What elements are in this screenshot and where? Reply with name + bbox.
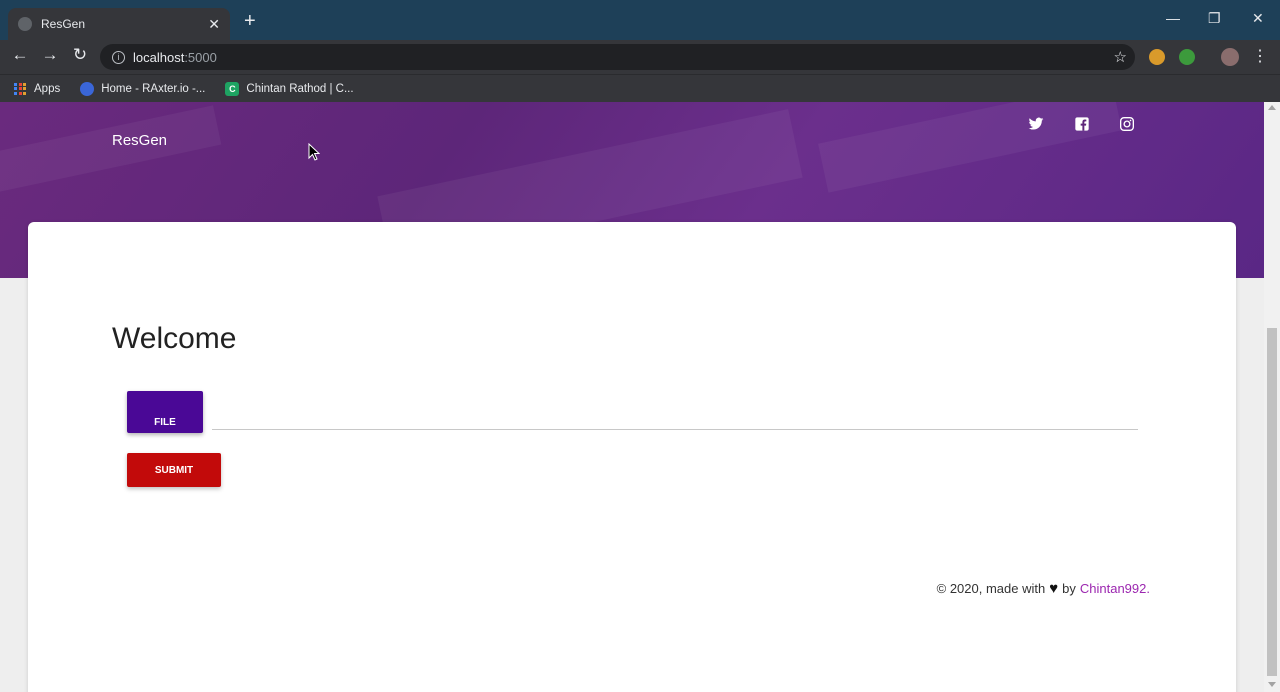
submit-button[interactable]: SUBMIT xyxy=(127,453,221,487)
browser-menu-icon[interactable]: ⋮ xyxy=(1252,46,1268,66)
bookmark-star-icon[interactable]: ☆ xyxy=(1114,48,1127,66)
address-bar[interactable]: i localhost:5000 ☆ xyxy=(100,44,1135,70)
twitter-icon[interactable] xyxy=(1028,116,1044,132)
bookmark-apps[interactable]: Apps xyxy=(14,82,61,95)
file-upload-button[interactable]: FILE xyxy=(127,391,203,433)
mouse-cursor-icon xyxy=(308,143,320,161)
tab-favicon-icon xyxy=(18,17,32,31)
extension-cookie-icon[interactable] xyxy=(1149,49,1165,65)
back-icon[interactable]: ← xyxy=(8,45,32,65)
browser-tab[interactable]: ResGen ✕ xyxy=(8,8,230,40)
author-link[interactable]: Chintan992. xyxy=(1080,581,1150,596)
hero-decoration xyxy=(0,105,222,199)
window-close-button[interactable]: ✕ xyxy=(1252,10,1264,27)
bookmark-label: Home - RAxter.io -... xyxy=(101,82,206,95)
profile-avatar[interactable] xyxy=(1221,48,1239,66)
main-card: Welcome FILE SUBMIT © 2020, made with ♥ … xyxy=(28,222,1236,692)
site-info-icon[interactable]: i xyxy=(112,50,125,64)
bookmark-raxter[interactable]: Home - RAxter.io -... xyxy=(80,81,206,96)
browser-toolbar: ← → ↻ i localhost:5000 ☆ ⋮ xyxy=(0,40,1280,74)
reload-icon[interactable]: ↻ xyxy=(68,45,92,65)
url-text: localhost:5000 xyxy=(133,50,217,65)
window-minimize-button[interactable]: — xyxy=(1166,10,1180,26)
scroll-thumb[interactable] xyxy=(1267,328,1277,676)
browser-tabstrip: ResGen ✕ + — ❐ ✕ xyxy=(0,0,1280,40)
bookmark-label: Apps xyxy=(34,82,61,95)
scroll-down-icon[interactable] xyxy=(1268,682,1276,687)
forward-icon[interactable]: → xyxy=(38,45,62,65)
bookmarks-bar: Apps Home - RAxter.io -... C Chintan Rat… xyxy=(0,74,1280,102)
bookmark-chintan[interactable]: C Chintan Rathod | C... xyxy=(225,81,354,96)
apps-grid-icon xyxy=(14,82,26,95)
new-tab-button[interactable]: + xyxy=(244,11,256,31)
file-path-input[interactable] xyxy=(212,402,1138,430)
scroll-up-icon[interactable] xyxy=(1268,105,1276,110)
page-scrollbar[interactable] xyxy=(1264,102,1280,692)
brand-link[interactable]: ResGen xyxy=(112,132,167,149)
instagram-icon[interactable] xyxy=(1119,116,1135,132)
facebook-icon[interactable] xyxy=(1074,116,1090,132)
page-viewport: ResGen Welcome FILE SUBMIT © 2020, made … xyxy=(0,102,1280,692)
heart-icon: ♥ xyxy=(1049,580,1059,597)
footer-credit: © 2020, made with ♥ by Chintan992. xyxy=(937,580,1150,597)
page-title: Welcome xyxy=(112,322,237,355)
window-restore-button[interactable]: ❐ xyxy=(1208,10,1221,27)
footer-by: by xyxy=(1062,581,1076,596)
url-host: localhost xyxy=(133,49,185,65)
footer-prefix: © 2020, made with xyxy=(936,581,1046,596)
tab-title: ResGen xyxy=(41,17,86,31)
raxter-icon xyxy=(80,81,95,96)
tab-close-icon[interactable]: ✕ xyxy=(208,16,220,33)
url-port: :5000 xyxy=(184,49,217,65)
c-icon: C xyxy=(225,81,240,96)
bookmark-label: Chintan Rathod | C... xyxy=(246,82,354,95)
extension-green-icon[interactable] xyxy=(1179,49,1195,65)
